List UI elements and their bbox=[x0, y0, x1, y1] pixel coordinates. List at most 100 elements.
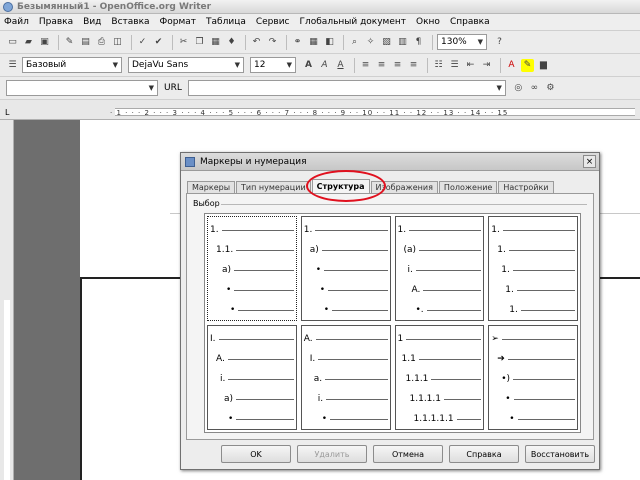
chevron-down-icon: ▼ bbox=[234, 61, 240, 69]
menu-item[interactable]: Вид bbox=[83, 17, 101, 27]
target-frame-icon[interactable]: ⚙ bbox=[544, 82, 557, 95]
search-web-icon[interactable]: ◎ bbox=[512, 82, 525, 95]
format-paintbrush-icon[interactable]: ♦ bbox=[225, 36, 238, 49]
cut-icon[interactable]: ✂ bbox=[177, 36, 190, 49]
preset-level: 1. bbox=[491, 260, 575, 280]
save-icon[interactable]: ▣ bbox=[38, 36, 51, 49]
increase-indent-icon[interactable]: ⇥ bbox=[480, 59, 493, 72]
level-line bbox=[501, 338, 575, 340]
gallery-icon[interactable]: ▧ bbox=[380, 36, 393, 49]
menu-item[interactable]: Формат bbox=[160, 17, 197, 27]
horizontal-ruler[interactable]: L · 1 · · · 2 · · · 3 · · · 4 · · · 5 · … bbox=[0, 100, 640, 120]
autospellcheck-icon[interactable]: ✔ bbox=[152, 36, 165, 49]
paste-icon[interactable]: ▦ bbox=[209, 36, 222, 49]
menu-item[interactable]: Файл bbox=[4, 17, 29, 27]
close-icon[interactable]: × bbox=[583, 155, 596, 168]
underline-icon[interactable]: A bbox=[334, 59, 347, 72]
vertical-ruler[interactable] bbox=[0, 120, 14, 480]
level-line bbox=[321, 249, 388, 251]
new-document-icon[interactable]: ▭ bbox=[6, 36, 19, 49]
outline-preset[interactable]: ➢ ➔ •) • • bbox=[488, 325, 578, 430]
highlighting-icon[interactable]: ✎ bbox=[521, 58, 534, 72]
level-line bbox=[238, 309, 294, 311]
menu-item[interactable]: Правка bbox=[39, 17, 73, 27]
level-line bbox=[228, 378, 294, 380]
navigator-icon[interactable]: ✧ bbox=[364, 36, 377, 49]
cancel-button[interactable]: Отмена bbox=[373, 445, 443, 463]
level-label: a) bbox=[224, 394, 234, 404]
preset-level: 1.1. bbox=[210, 240, 294, 260]
bullets-icon[interactable]: ☰ bbox=[448, 59, 461, 72]
menu-item[interactable]: Окно bbox=[416, 17, 440, 27]
table-icon[interactable]: ▦ bbox=[307, 36, 320, 49]
preset-level: A. bbox=[398, 280, 482, 300]
justify-icon[interactable]: ≡ bbox=[407, 59, 420, 72]
font-color-icon[interactable]: A bbox=[505, 59, 518, 72]
level-line bbox=[325, 378, 388, 380]
background-color-icon[interactable]: ▆ bbox=[537, 59, 550, 72]
styles-icon[interactable]: ☰ bbox=[6, 59, 19, 72]
menu-item[interactable]: Вставка bbox=[111, 17, 149, 27]
dialog-tab[interactable]: Положение bbox=[438, 181, 498, 193]
paragraph-style-combo[interactable]: Базовый ▼ bbox=[22, 57, 122, 73]
ok-button[interactable]: OK bbox=[221, 445, 291, 463]
italic-icon[interactable]: A bbox=[318, 59, 331, 72]
link-text-combo[interactable]: ▼ bbox=[6, 80, 158, 96]
dialog-buttons: OK Удалить Отмена Справка Восстановить bbox=[221, 445, 601, 463]
open-icon[interactable]: ▰ bbox=[22, 36, 35, 49]
preset-level: •. bbox=[398, 300, 482, 320]
preset-level: 1. bbox=[210, 220, 294, 240]
reset-button[interactable]: Восстановить bbox=[525, 445, 595, 463]
level-line bbox=[406, 338, 482, 340]
font-name-combo[interactable]: DejaVu Sans ▼ bbox=[128, 57, 244, 73]
copy-icon[interactable]: ❐ bbox=[193, 36, 206, 49]
outline-preset[interactable]: 1. 1.1. a) • • bbox=[207, 216, 297, 321]
data-sources-icon[interactable]: ▥ bbox=[396, 36, 409, 49]
align-right-icon[interactable]: ≡ bbox=[391, 59, 404, 72]
outline-preset[interactable]: 1. a) • • • bbox=[300, 216, 391, 321]
numbering-icon[interactable]: ☷ bbox=[432, 59, 445, 72]
menu-item[interactable]: Таблица bbox=[206, 17, 246, 27]
dialog-tab[interactable]: Маркеры bbox=[187, 181, 236, 193]
link-icon[interactable]: ∞ bbox=[528, 82, 541, 95]
align-center-icon[interactable]: ≡ bbox=[375, 59, 388, 72]
menu-item[interactable]: Сервис bbox=[256, 17, 290, 27]
help-icon[interactable]: ? bbox=[493, 36, 506, 49]
outline-preset[interactable]: 1. 1. 1. 1. 1. bbox=[488, 216, 578, 321]
zoom-combo[interactable]: 130% ▼ bbox=[437, 34, 487, 50]
align-left-icon[interactable]: ≡ bbox=[359, 59, 372, 72]
dialog-tab[interactable]: Тип нумерации bbox=[236, 181, 311, 193]
formatting-marks-icon[interactable]: ¶ bbox=[412, 36, 425, 49]
outline-preset[interactable]: 1. (a) i. A. •. bbox=[394, 216, 485, 321]
menu-item[interactable]: Глобальный документ bbox=[300, 17, 407, 27]
edit-file-icon[interactable]: ✎ bbox=[63, 36, 76, 49]
outline-preset[interactable]: 1 1.1 1.1.1 1.1.1.1 1.1.1.1.1 bbox=[394, 325, 485, 430]
level-line bbox=[318, 358, 388, 360]
undo-icon[interactable]: ↶ bbox=[250, 36, 263, 49]
preset-level: i. bbox=[304, 389, 388, 409]
help-button[interactable]: Справка bbox=[449, 445, 519, 463]
bold-icon[interactable]: A bbox=[302, 59, 315, 72]
preset-level: I. bbox=[210, 329, 294, 349]
decrease-indent-icon[interactable]: ⇤ bbox=[464, 59, 477, 72]
redo-icon[interactable]: ↷ bbox=[266, 36, 279, 49]
menu-item[interactable]: Справка bbox=[450, 17, 490, 27]
font-size-combo[interactable]: 12 ▼ bbox=[250, 57, 296, 73]
show-draw-functions-icon[interactable]: ◧ bbox=[323, 36, 336, 49]
spellcheck-icon[interactable]: ✓ bbox=[136, 36, 149, 49]
print-icon[interactable]: ⎙ bbox=[95, 36, 108, 49]
export-pdf-icon[interactable]: ▤ bbox=[79, 36, 92, 49]
group-divider bbox=[221, 204, 587, 205]
outline-preset[interactable]: I. A. i. a) • bbox=[207, 325, 297, 430]
tab-stop-icon[interactable]: L bbox=[5, 108, 9, 117]
delete-button[interactable]: Удалить bbox=[297, 445, 367, 463]
url-combo[interactable]: ▼ bbox=[187, 80, 506, 96]
dialog-tab[interactable]: Настройки bbox=[498, 181, 554, 193]
hyperlink-icon[interactable]: ⚭ bbox=[291, 36, 304, 49]
page-preview-icon[interactable]: ◫ bbox=[111, 36, 124, 49]
find-replace-icon[interactable]: ⌕ bbox=[348, 36, 361, 49]
preset-level: 1. bbox=[491, 220, 575, 240]
formatting-toolbar: ☰ Базовый ▼ DejaVu Sans ▼ 12 ▼ A A A ≡ ≡… bbox=[0, 54, 640, 77]
level-label: 1. bbox=[210, 225, 219, 235]
outline-preset[interactable]: A. I. a. i. • bbox=[300, 325, 391, 430]
